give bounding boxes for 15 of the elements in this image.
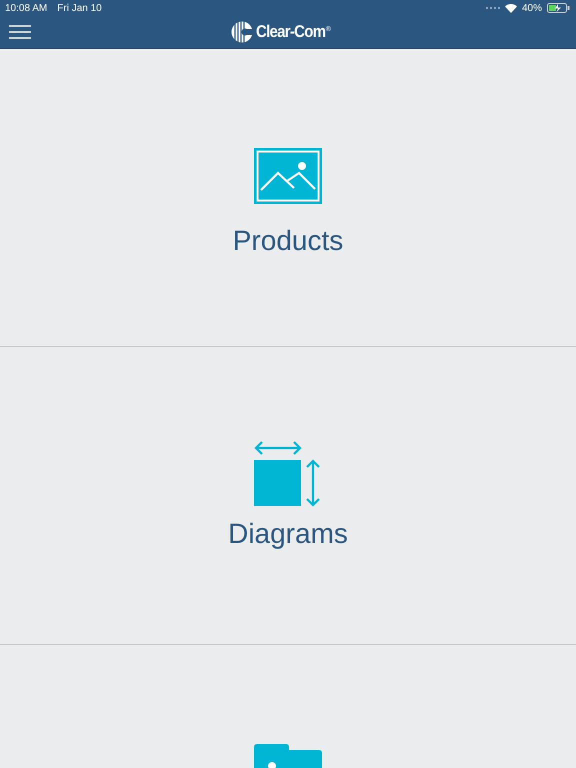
menu-tile[interactable]: Diagrams [0, 347, 576, 645]
signal-icon [486, 6, 500, 10]
battery-percent: 40% [522, 2, 542, 14]
tile-label: Products [232, 224, 344, 258]
wifi-icon [504, 4, 517, 12]
menu-tile[interactable]: Products [0, 49, 576, 347]
menu-button[interactable] [9, 25, 31, 39]
battery-icon [547, 3, 570, 13]
status-date: Fri Jan 10 [57, 2, 102, 14]
resize-icon [254, 439, 322, 507]
image-icon [254, 148, 322, 204]
logo-text: Clear-Com [256, 22, 326, 42]
tile-label: Diagrams [228, 517, 348, 551]
status-time: 10:08 AM [5, 2, 48, 14]
logo-icon [231, 21, 253, 43]
